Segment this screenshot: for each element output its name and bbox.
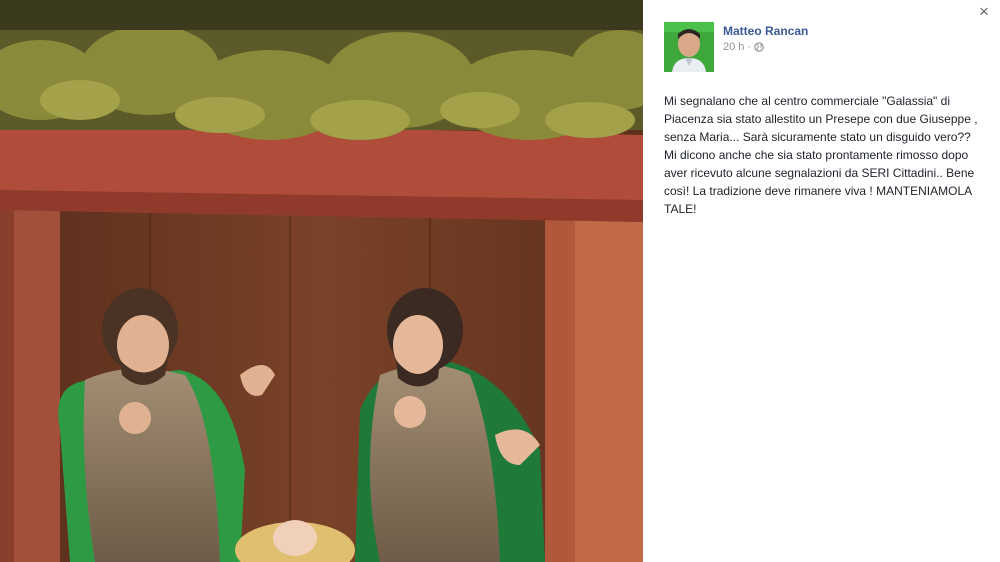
- author-name[interactable]: Matteo Rancan: [723, 24, 808, 38]
- post-sidebar: × Matteo Rancan 20 h · Mi segnalano che …: [643, 0, 1000, 562]
- close-icon[interactable]: ×: [974, 2, 994, 22]
- globe-icon[interactable]: [754, 42, 764, 52]
- post-text: Mi segnalano che al centro commerciale "…: [664, 94, 978, 216]
- post-meta: 20 h ·: [723, 41, 764, 53]
- nativity-photo: [0, 0, 643, 562]
- photo-viewer[interactable]: [0, 0, 643, 562]
- post-timestamp[interactable]: 20 h: [723, 41, 744, 53]
- avatar[interactable]: [664, 22, 714, 72]
- meta-separator: ·: [747, 41, 752, 53]
